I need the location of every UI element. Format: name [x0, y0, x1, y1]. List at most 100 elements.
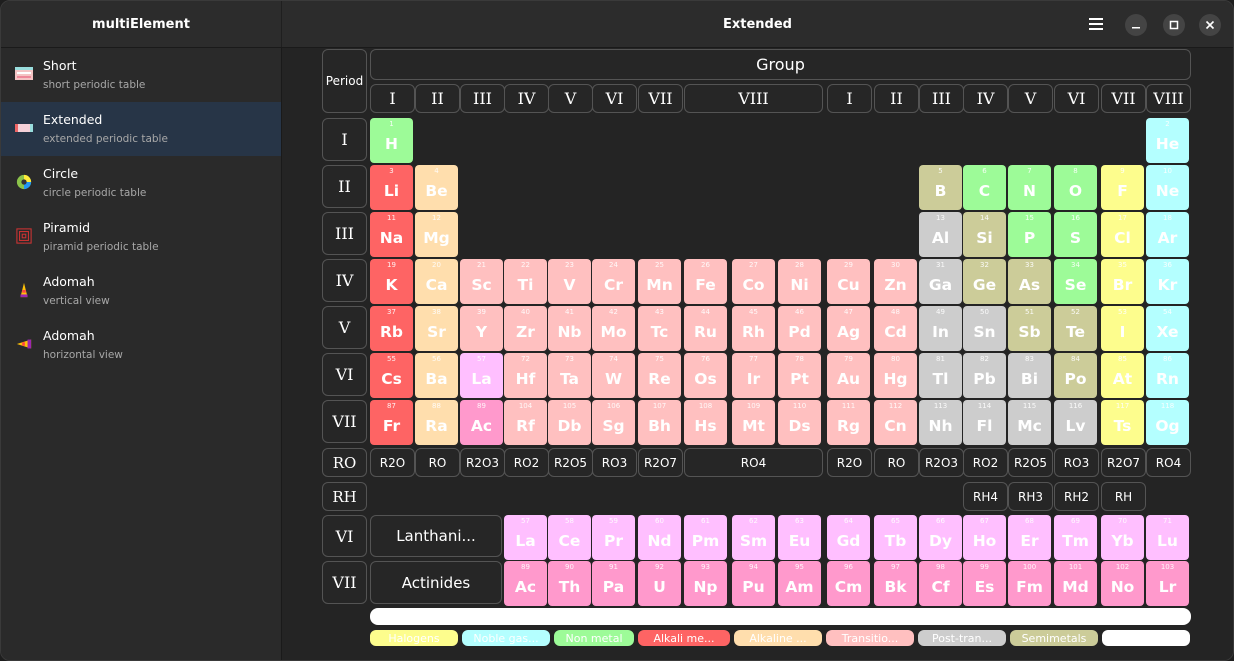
hamburger-menu-icon[interactable]	[1083, 12, 1109, 36]
element-cell[interactable]: 117 Ts	[1101, 400, 1144, 445]
element-cell[interactable]: 101 Md	[1054, 561, 1097, 606]
element-cell[interactable]: 55 Cs	[370, 353, 413, 398]
sidebar-item-adomah-horizontal[interactable]: Adomah horizontal view	[1, 318, 281, 372]
sidebar-item-short[interactable]: Short short periodic table	[1, 48, 281, 102]
element-cell[interactable]: 34 Se	[1054, 259, 1097, 304]
element-cell[interactable]: 73 Ta	[548, 353, 591, 398]
element-cell[interactable]: 105 Db	[548, 400, 591, 445]
element-cell[interactable]: 87 Fr	[370, 400, 413, 445]
element-cell[interactable]: 5B	[919, 165, 962, 210]
element-cell[interactable]: 6C	[963, 165, 1006, 210]
element-cell[interactable]: 95 Am	[778, 561, 821, 606]
element-cell[interactable]: 57 La	[460, 353, 503, 398]
element-cell[interactable]: 63 Eu	[778, 515, 821, 560]
element-cell[interactable]: 33 As	[1008, 259, 1051, 304]
element-cell[interactable]: 54 Xe	[1146, 306, 1189, 351]
element-cell[interactable]: 78 Pt	[778, 353, 821, 398]
element-cell[interactable]: 102 No	[1101, 561, 1144, 606]
element-cell[interactable]: 108 Hs	[684, 400, 727, 445]
element-cell[interactable]: 10 Ne	[1146, 165, 1189, 210]
element-cell[interactable]: 42 Mo	[592, 306, 635, 351]
element-cell[interactable]: 36 Kr	[1146, 259, 1189, 304]
element-cell[interactable]: 21 Sc	[460, 259, 503, 304]
element-cell[interactable]: 81 Tl	[919, 353, 962, 398]
element-cell[interactable]: 98 Cf	[919, 561, 962, 606]
element-cell[interactable]: 62 Sm	[732, 515, 775, 560]
element-cell[interactable]: 39 Y	[460, 306, 503, 351]
element-cell[interactable]: 32 Ge	[963, 259, 1006, 304]
lanthanides-label[interactable]: Lanthani...	[370, 515, 502, 557]
element-cell[interactable]: 88 Ra	[415, 400, 458, 445]
element-cell[interactable]: 24 Cr	[592, 259, 635, 304]
element-cell[interactable]: 3 Li	[370, 165, 413, 210]
maximize-button[interactable]	[1163, 14, 1185, 36]
element-cell[interactable]: 35 Br	[1101, 259, 1144, 304]
element-cell[interactable]: 19 K	[370, 259, 413, 304]
element-cell[interactable]: 46 Pd	[778, 306, 821, 351]
element-cell[interactable]: 4 Be	[415, 165, 458, 210]
element-cell[interactable]: 48 Cd	[874, 306, 917, 351]
sidebar-item-piramid[interactable]: Piramid piramid periodic table	[1, 210, 281, 264]
element-cell[interactable]: 100 Fm	[1008, 561, 1051, 606]
sidebar-item-circle[interactable]: Circle circle periodic table	[1, 156, 281, 210]
element-cell[interactable]: 112 Cn	[874, 400, 917, 445]
element-cell[interactable]: 74 W	[592, 353, 635, 398]
element-cell[interactable]: 82 Pb	[963, 353, 1006, 398]
element-cell[interactable]: 25 Mn	[638, 259, 681, 304]
element-cell[interactable]: 23 V	[548, 259, 591, 304]
element-cell[interactable]: 83 Bi	[1008, 353, 1051, 398]
element-cell[interactable]: 69 Tm	[1054, 515, 1097, 560]
element-cell[interactable]: 44 Ru	[684, 306, 727, 351]
element-cell[interactable]: 29 Cu	[827, 259, 870, 304]
element-cell[interactable]: 37 Rb	[370, 306, 413, 351]
element-cell[interactable]: 118 Og	[1146, 400, 1189, 445]
element-cell[interactable]: 9F	[1101, 165, 1144, 210]
element-cell[interactable]: 72 Hf	[504, 353, 547, 398]
element-cell[interactable]: 18 Ar	[1146, 212, 1189, 257]
legend-item[interactable]: Non metal	[554, 630, 634, 646]
element-cell[interactable]: 92 U	[638, 561, 681, 606]
element-cell[interactable]: 50 Sn	[963, 306, 1006, 351]
element-cell[interactable]: 59 Pr	[592, 515, 635, 560]
element-cell[interactable]: 115 Mc	[1008, 400, 1051, 445]
element-cell[interactable]: 14 Si	[963, 212, 1006, 257]
element-cell[interactable]: 26 Fe	[684, 259, 727, 304]
element-cell[interactable]: 85 At	[1101, 353, 1144, 398]
element-cell[interactable]: 38 Sr	[415, 306, 458, 351]
element-cell[interactable]: 49 In	[919, 306, 962, 351]
element-cell[interactable]: 40 Zr	[504, 306, 547, 351]
element-cell[interactable]: 114 Fl	[963, 400, 1006, 445]
element-cell[interactable]: 31 Ga	[919, 259, 962, 304]
element-cell[interactable]: 79 Au	[827, 353, 870, 398]
sidebar-item-extended[interactable]: Extended extended periodic table	[1, 102, 281, 156]
element-cell[interactable]: 1H	[370, 118, 413, 163]
actinides-label[interactable]: Actinides	[370, 561, 502, 604]
element-cell[interactable]: 86 Rn	[1146, 353, 1189, 398]
legend-item[interactable]: Alkali me...	[638, 630, 730, 646]
element-cell[interactable]: 103 Lr	[1146, 561, 1189, 606]
element-cell[interactable]: 109 Mt	[732, 400, 775, 445]
element-cell[interactable]: 71 Lu	[1146, 515, 1189, 560]
element-cell[interactable]: 12 Mg	[415, 212, 458, 257]
element-cell[interactable]: 61 Pm	[684, 515, 727, 560]
element-cell[interactable]: 41 Nb	[548, 306, 591, 351]
element-cell[interactable]: 93 Np	[684, 561, 727, 606]
element-cell[interactable]: 90 Th	[548, 561, 591, 606]
minimize-button[interactable]	[1125, 14, 1147, 36]
element-cell[interactable]: 17 Cl	[1101, 212, 1144, 257]
element-cell[interactable]: 56 Ba	[415, 353, 458, 398]
element-cell[interactable]: 43 Tc	[638, 306, 681, 351]
element-cell[interactable]: 70 Yb	[1101, 515, 1144, 560]
element-cell[interactable]: 104 Rf	[504, 400, 547, 445]
element-cell[interactable]: 113 Nh	[919, 400, 962, 445]
element-cell[interactable]: 16 S	[1054, 212, 1097, 257]
element-cell[interactable]: 67 Ho	[963, 515, 1006, 560]
element-cell[interactable]: 89 Ac	[504, 561, 547, 606]
sidebar-item-adomah-vertical[interactable]: Adomah vertical view	[1, 264, 281, 318]
element-cell[interactable]: 99 Es	[963, 561, 1006, 606]
element-cell[interactable]: 27 Co	[732, 259, 775, 304]
element-cell[interactable]: 75 Re	[638, 353, 681, 398]
element-cell[interactable]: 110 Ds	[778, 400, 821, 445]
element-cell[interactable]: 45 Rh	[732, 306, 775, 351]
element-cell[interactable]: 51 Sb	[1008, 306, 1051, 351]
